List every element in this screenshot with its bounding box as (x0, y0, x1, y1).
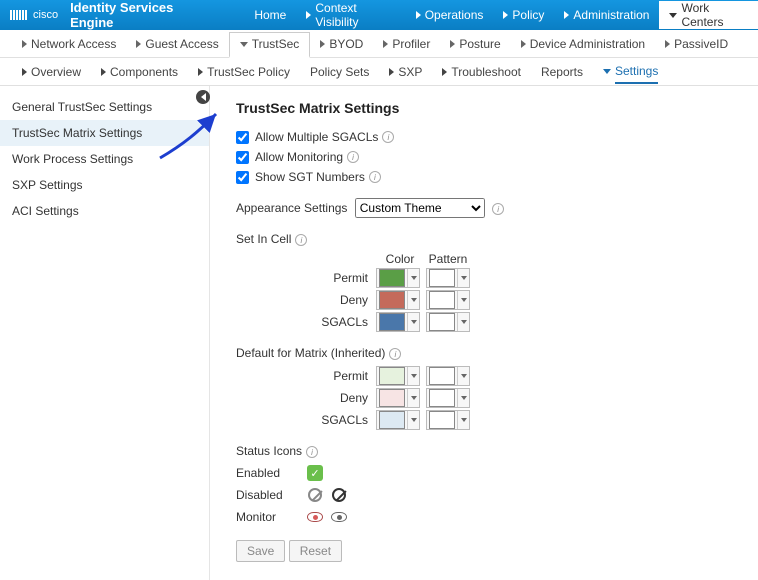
sgacls-pattern-picker[interactable] (426, 312, 470, 332)
default-permit-row: Permit (236, 366, 738, 386)
cisco-logo: cisco (0, 9, 66, 21)
nav-work-centers[interactable]: Work Centers (659, 1, 758, 29)
tab-reports[interactable]: Reports (531, 65, 593, 79)
appearance-label: Appearance Settings (236, 201, 347, 215)
allow-multiple-label: Allow Multiple SGACLs (255, 130, 378, 144)
default-deny-row: Deny (236, 388, 738, 408)
tab-sxp[interactable]: SXP (379, 65, 432, 79)
sidebar-item-work-process[interactable]: Work Process Settings (0, 146, 209, 172)
eye-icon (306, 508, 324, 526)
info-icon[interactable]: i (369, 171, 381, 183)
disabled-icon (306, 486, 324, 504)
subnav-passiveid[interactable]: PassiveID (655, 31, 738, 57)
sidebar-item-sxp[interactable]: SXP Settings (0, 172, 209, 198)
nav-policy[interactable]: Policy (493, 1, 554, 29)
show-sgt-label: Show SGT Numbers (255, 170, 365, 184)
default-sgacls-color-picker[interactable] (376, 410, 420, 430)
check-icon: ✓ (306, 464, 324, 482)
info-icon[interactable]: i (492, 203, 504, 215)
tab-trustsec-policy[interactable]: TrustSec Policy (188, 65, 300, 79)
allow-multiple-sgacls-checkbox[interactable] (236, 131, 249, 144)
sgacls-row: SGACLs (236, 312, 738, 332)
subnav-trustsec[interactable]: TrustSec (229, 32, 311, 58)
allow-multiple-row: Allow Multiple SGACLs i (236, 130, 738, 144)
tab-policy-sets[interactable]: Policy Sets (300, 65, 379, 79)
default-sgacls-row: SGACLs (236, 410, 738, 430)
info-icon[interactable]: i (389, 348, 401, 360)
sidebar-item-matrix[interactable]: TrustSec Matrix Settings (0, 120, 209, 146)
work-centers-subnav: Network Access Guest Access TrustSec BYO… (0, 30, 758, 58)
tab-components[interactable]: Components (91, 65, 188, 79)
col-pattern: Pattern (424, 252, 472, 266)
col-color: Color (376, 252, 424, 266)
nav-administration[interactable]: Administration (554, 1, 659, 29)
top-header: cisco Identity Services Engine Home Cont… (0, 0, 758, 30)
page-title: TrustSec Matrix Settings (236, 100, 738, 116)
appearance-select[interactable]: Custom Theme (355, 198, 485, 218)
status-icons-grid: Enabled ✓ Disabled Monitor (236, 464, 738, 526)
deny-row: Deny (236, 290, 738, 310)
status-icons-label: Status Iconsi (236, 444, 738, 458)
sidebar-item-general[interactable]: General TrustSec Settings (0, 94, 209, 120)
show-sgt-numbers-checkbox[interactable] (236, 171, 249, 184)
subnav-device-admin[interactable]: Device Administration (511, 31, 655, 57)
status-monitor-row: Monitor (236, 508, 738, 526)
default-permit-pattern-picker[interactable] (426, 366, 470, 386)
subnav-profiler[interactable]: Profiler (373, 31, 440, 57)
trustsec-subnav: Overview Components TrustSec Policy Poli… (0, 58, 758, 86)
eye-icon-grey (330, 508, 348, 526)
default-sgacls-pattern-picker[interactable] (426, 410, 470, 430)
set-in-cell-table: Color Pattern Permit Deny SGACLs (236, 252, 738, 332)
content-area: General TrustSec Settings TrustSec Matri… (0, 86, 758, 580)
info-icon[interactable]: i (382, 131, 394, 143)
settings-sidebar: General TrustSec Settings TrustSec Matri… (0, 86, 210, 580)
action-buttons: Save Reset (236, 540, 738, 562)
permit-color-picker[interactable] (376, 268, 420, 288)
subnav-guest-access[interactable]: Guest Access (126, 31, 228, 57)
reset-button[interactable]: Reset (289, 540, 342, 562)
main-nav: Home Context Visibility Operations Polic… (244, 1, 758, 29)
save-button[interactable]: Save (236, 540, 285, 562)
default-deny-color-picker[interactable] (376, 388, 420, 408)
allow-monitoring-checkbox[interactable] (236, 151, 249, 164)
permit-pattern-picker[interactable] (426, 268, 470, 288)
default-matrix-table: Permit Deny SGACLs (236, 366, 738, 430)
appearance-row: Appearance Settings Custom Theme i (236, 198, 738, 218)
info-icon[interactable]: i (306, 446, 318, 458)
permit-row: Permit (236, 268, 738, 288)
tab-troubleshoot[interactable]: Troubleshoot (432, 65, 531, 79)
default-permit-color-picker[interactable] (376, 366, 420, 386)
deny-color-picker[interactable] (376, 290, 420, 310)
vendor-name: cisco (33, 9, 58, 21)
disabled-icon-dark (330, 486, 348, 504)
set-in-cell-label: Set In Celli (236, 232, 738, 246)
sidebar-item-aci[interactable]: ACI Settings (0, 198, 209, 224)
default-matrix-label: Default for Matrix (Inherited)i (236, 346, 738, 360)
tab-settings[interactable]: Settings (593, 64, 668, 80)
default-deny-pattern-picker[interactable] (426, 388, 470, 408)
deny-pattern-picker[interactable] (426, 290, 470, 310)
info-icon[interactable]: i (295, 234, 307, 246)
subnav-posture[interactable]: Posture (440, 31, 510, 57)
show-sgt-row: Show SGT Numbers i (236, 170, 738, 184)
allow-monitoring-label: Allow Monitoring (255, 150, 343, 164)
status-disabled-row: Disabled (236, 486, 738, 504)
subnav-network-access[interactable]: Network Access (12, 31, 126, 57)
tab-overview[interactable]: Overview (12, 65, 91, 79)
nav-home[interactable]: Home (244, 1, 296, 29)
info-icon[interactable]: i (347, 151, 359, 163)
app-title: Identity Services Engine (66, 0, 216, 30)
allow-monitoring-row: Allow Monitoring i (236, 150, 738, 164)
sidebar-collapse-button[interactable] (196, 90, 210, 104)
status-enabled-row: Enabled ✓ (236, 464, 738, 482)
nav-operations[interactable]: Operations (406, 1, 494, 29)
main-panel: TrustSec Matrix Settings Allow Multiple … (210, 86, 758, 580)
sgacls-color-picker[interactable] (376, 312, 420, 332)
nav-context-visibility[interactable]: Context Visibility (296, 1, 405, 29)
subnav-byod[interactable]: BYOD (310, 31, 373, 57)
